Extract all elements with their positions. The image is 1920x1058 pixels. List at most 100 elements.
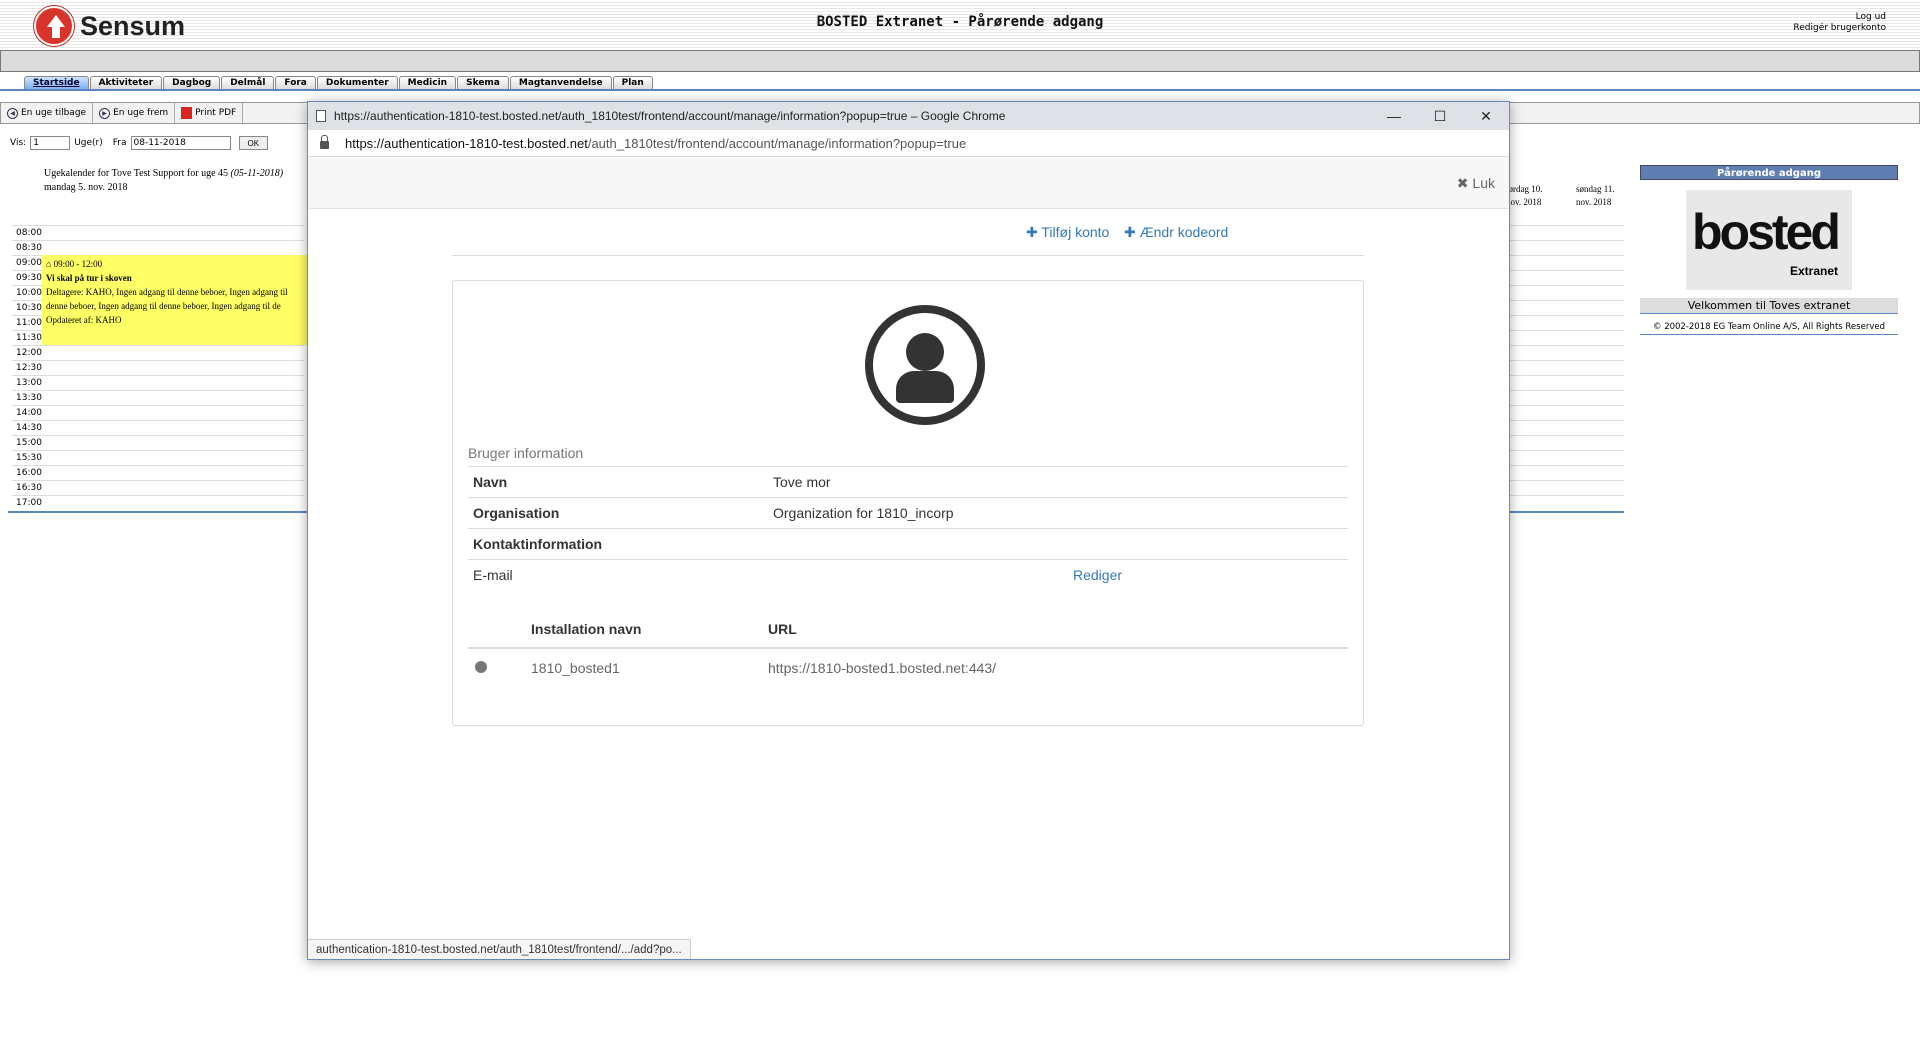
- tab-fora[interactable]: Fora: [275, 76, 316, 89]
- avatar-head: [906, 333, 944, 371]
- welcome-text: Velkommen til Toves extranet: [1640, 298, 1898, 314]
- chrome-popup-window: https://authentication-1810-test.bosted.…: [307, 101, 1510, 960]
- weekend-hour-row: [1506, 225, 1624, 240]
- print-pdf-label: Print PDF: [195, 108, 237, 118]
- section-title: Bruger information: [468, 445, 584, 461]
- weekend-hour-row: [1506, 255, 1624, 270]
- table-row: Kontaktinformation: [468, 528, 1348, 560]
- email-label: E-mail: [468, 559, 768, 591]
- tab-delmal[interactable]: Delmål: [221, 76, 275, 89]
- minimize-icon[interactable]: —: [1371, 102, 1417, 130]
- hour-row: 16:30: [12, 480, 304, 495]
- weekend-hour-row: [1506, 285, 1624, 300]
- tab-dokumenter[interactable]: Dokumenter: [316, 76, 398, 89]
- week-back-label: En uge tilbage: [21, 108, 87, 118]
- popup-address-bar[interactable]: https://authentication-1810-test.bosted.…: [308, 130, 1509, 157]
- from-label: Fra: [112, 138, 127, 148]
- user-avatar-icon: [865, 305, 985, 425]
- avatar-body: [896, 371, 954, 403]
- weekend-columns: lørdag 10. nov. 2018 søndag 11. nov. 201…: [1506, 165, 1624, 513]
- weekend-hour-rows: [1506, 225, 1624, 510]
- close-button[interactable]: ✖ Luk: [1457, 175, 1495, 192]
- week-forward-button[interactable]: ▶ En uge frem: [93, 103, 176, 123]
- installation-name: 1810_bosted1: [531, 659, 620, 676]
- saturday-header: lørdag 10. nov. 2018: [1506, 184, 1543, 207]
- week-filter: Vis: Uge(r) Fra OK: [10, 136, 269, 150]
- email-edit-link[interactable]: Rediger: [1073, 567, 1122, 583]
- add-account-link[interactable]: ✚ Tilføj konto: [1026, 224, 1109, 241]
- weekend-hour-row: [1506, 375, 1624, 390]
- weeks-label: Uge(r): [74, 138, 103, 148]
- day-column-header: mandag 5. nov. 2018: [44, 182, 128, 193]
- weekend-hour-row: [1506, 360, 1624, 375]
- weekend-hour-row: [1506, 240, 1624, 255]
- weekend-hour-row: [1506, 330, 1624, 345]
- name-value: Tove mor: [768, 466, 1348, 498]
- calendar-heading-text: Ugekalender for Tove Test Support for ug…: [44, 168, 229, 179]
- table-header-row: Installation navn URL: [468, 610, 1348, 649]
- weekend-hour-row: [1506, 300, 1624, 315]
- globe-icon: [475, 660, 487, 673]
- tab-dagbog[interactable]: Dagbog: [163, 76, 221, 89]
- tab-skema[interactable]: Skema: [457, 76, 509, 89]
- week-back-button[interactable]: ◀ En uge tilbage: [1, 103, 94, 123]
- plus-icon: ✚: [1026, 224, 1038, 240]
- add-account-label: Tilføj konto: [1041, 224, 1110, 240]
- icon-column-header: [468, 610, 526, 649]
- weeks-count-input[interactable]: [30, 136, 71, 150]
- sunday-header: søndag 11. nov. 2018: [1576, 184, 1615, 207]
- installation-name-header: Installation navn: [526, 610, 763, 649]
- panel-header: Pårørende adgang: [1640, 165, 1898, 180]
- weekend-hour-row: [1506, 480, 1624, 495]
- week-forward-label: En uge frem: [113, 108, 169, 118]
- hour-row: 15:00: [12, 435, 304, 450]
- tab-aktiviteter[interactable]: Aktiviteter: [89, 76, 163, 89]
- tab-medicin[interactable]: Medicin: [398, 76, 457, 89]
- event-updated: Opdateret af: KAHO: [46, 315, 122, 325]
- account-actions: ✚ Tilføj konto ✚ Ændr kodeord: [452, 214, 1364, 256]
- ok-button[interactable]: OK: [238, 136, 269, 150]
- plus-icon: ✚: [1124, 224, 1136, 240]
- bosted-logo: bosted Extranet: [1686, 190, 1852, 290]
- page-title: BOSTED Extranet - Pårørende adgang: [816, 14, 1104, 30]
- installations-table: Installation navn URL 1810_bosted1 https…: [468, 610, 1348, 686]
- status-bar: authentication-1810-test.bosted.net/auth…: [308, 939, 691, 959]
- change-password-link[interactable]: ✚ Ændr kodeord: [1124, 224, 1228, 241]
- popup-window-title: https://authentication-1810-test.bosted.…: [334, 109, 1006, 123]
- app-header: Sensum BOSTED Extranet - Pårørende adgan…: [0, 0, 1920, 50]
- copyright-text: © 2002-2018 EG Team Online A/S, All Righ…: [1640, 322, 1898, 335]
- popup-title-bar: https://authentication-1810-test.bosted.…: [308, 102, 1509, 130]
- tab-startside[interactable]: Startside: [24, 76, 89, 89]
- pdf-icon: [181, 107, 193, 119]
- maximize-icon[interactable]: ☐: [1417, 102, 1463, 130]
- logout-link[interactable]: Log ud: [1793, 12, 1886, 23]
- popup-nav-bar: ✖ Luk: [308, 157, 1509, 209]
- calendar-event[interactable]: ⌂ 09:00 - 12:00 Vi skal på tur i skoven …: [42, 255, 312, 345]
- hour-row: 16:00: [12, 465, 304, 480]
- event-title: Vi skal på tur i skoven: [46, 273, 132, 283]
- print-pdf-button[interactable]: Print PDF: [175, 103, 244, 123]
- edit-account-link[interactable]: Redigér brugerkonto: [1793, 23, 1886, 34]
- event-participants: Deltagere: KAHO, Ingen adgang til denne …: [46, 287, 288, 311]
- hour-row: 17:00: [12, 495, 304, 510]
- bosted-logo-text: bosted: [1692, 204, 1841, 260]
- table-row: Navn Tove mor: [468, 466, 1348, 498]
- calendar-heading-date: (05-11-2018): [230, 168, 284, 179]
- top-links: Log ud Redigér brugerkonto: [1793, 12, 1886, 34]
- table-row: E-mail Rediger: [468, 559, 1348, 591]
- weekend-hour-row: [1506, 465, 1624, 480]
- weekend-hour-row: [1506, 270, 1624, 285]
- calendar-heading: Ugekalender for Tove Test Support for ug…: [44, 167, 283, 195]
- close-icon[interactable]: ✕: [1463, 102, 1509, 130]
- installation-url: https://1810-bosted1.bosted.net:443/: [768, 659, 997, 676]
- weekend-hour-row: [1506, 495, 1624, 510]
- email-edit-cell: Rediger: [768, 559, 1348, 591]
- from-date-input[interactable]: [130, 136, 231, 150]
- tab-plan[interactable]: Plan: [612, 76, 653, 89]
- url-header: URL: [763, 610, 1348, 649]
- globe-cell: [468, 648, 526, 686]
- address-path: /auth_1810test/frontend/account/manage/i…: [587, 135, 967, 151]
- hour-row: 14:00: [12, 405, 304, 420]
- tab-magtanvendelse[interactable]: Magtanvendelse: [509, 76, 612, 89]
- hour-row: 12:00: [12, 345, 304, 360]
